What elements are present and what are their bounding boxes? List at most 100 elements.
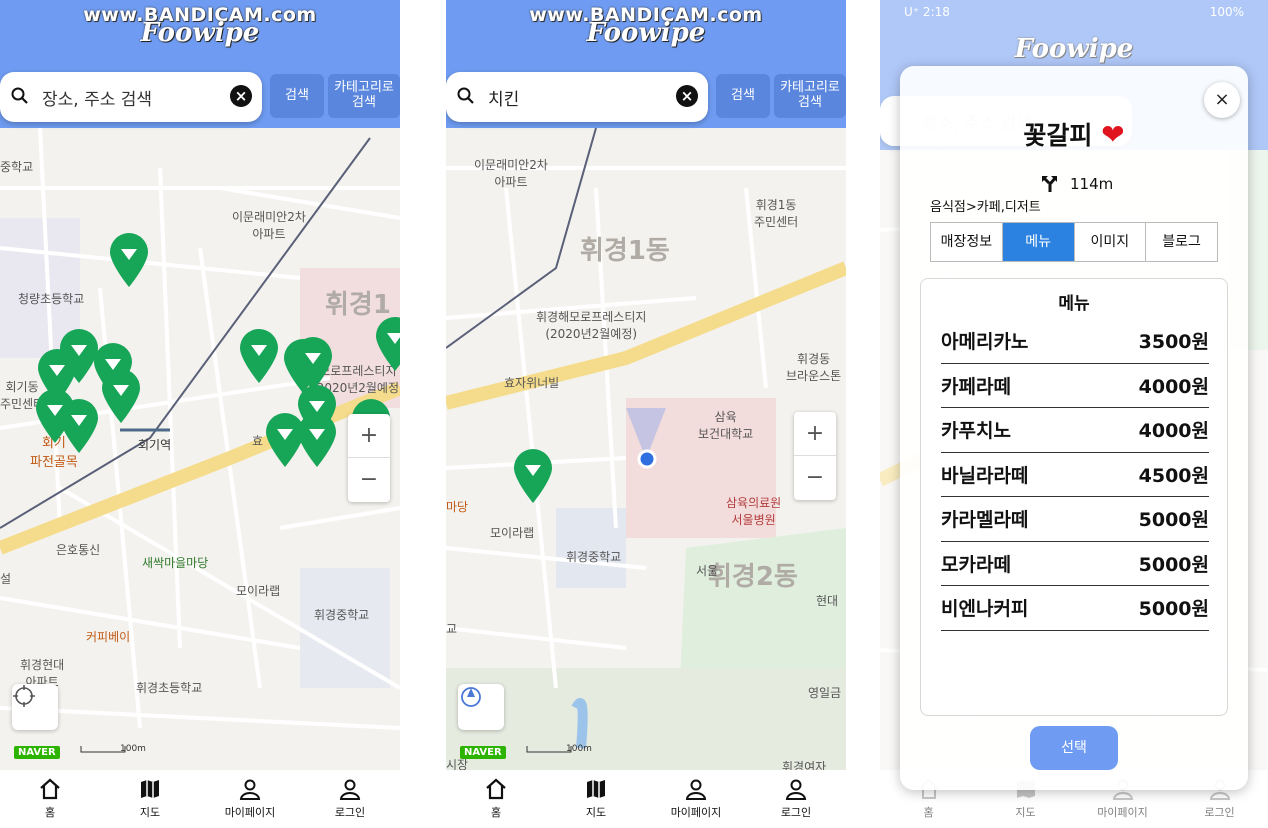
map-label: 효 <box>252 434 264 448</box>
user-icon <box>339 779 361 800</box>
menu-item: 카푸치노 4000원 <box>941 408 1209 453</box>
zoom-out-button[interactable]: − <box>348 458 390 502</box>
search-button[interactable]: 검색 <box>716 74 770 118</box>
restaurant-pin-icon[interactable] <box>58 398 100 454</box>
nav-map[interactable]: 지도 <box>100 770 200 828</box>
search-icon <box>457 87 474 104</box>
map-view[interactable]: 중학교 이문래미안2차 아파트 청량초등학교 휘경1 회기동 주민센터 회기역 회기… <box>0 128 400 770</box>
locate-button[interactable] <box>12 684 58 730</box>
district-label: 휘경2동 <box>708 562 798 592</box>
search-button[interactable]: 검색 <box>270 74 324 118</box>
restaurant-pin-icon[interactable] <box>100 368 142 424</box>
heart-icon[interactable]: ❤ <box>1101 118 1124 151</box>
search-field[interactable]: 치킨 × <box>446 72 708 122</box>
search-input[interactable]: 치킨 <box>488 85 519 110</box>
map-label: 모이라랩 <box>490 526 535 540</box>
station-label: 회기역 <box>138 438 172 452</box>
crosshair-icon <box>13 685 35 707</box>
category-search-button[interactable]: 카테고리로 검색 <box>774 74 846 118</box>
restaurant-pin-icon[interactable] <box>374 316 400 372</box>
map-label: 휘경여자 <box>782 760 827 770</box>
menu-item: 카페라떼 4000원 <box>941 364 1209 408</box>
nav-login[interactable]: 로그인 <box>300 770 400 828</box>
compass-icon <box>461 687 481 707</box>
app-logo: Foowipe <box>140 18 260 48</box>
close-icon[interactable]: × <box>1204 82 1240 118</box>
nav-label: 로그인 <box>780 806 812 819</box>
select-button[interactable]: 선택 <box>1030 726 1118 770</box>
nav-login[interactable]: 로그인 <box>746 770 846 828</box>
map-label: 서울 <box>696 564 719 578</box>
detail-tabs: 매장정보 메뉴 이미지 블로그 <box>930 222 1218 262</box>
zoom-in-button[interactable]: + <box>348 414 390 458</box>
zoom-control: + − <box>348 414 390 502</box>
menu-item-price: 5000원 <box>1138 509 1209 532</box>
search-icon <box>11 87 28 104</box>
user-icon <box>785 779 807 800</box>
clear-icon[interactable]: × <box>676 85 698 107</box>
map-label: 휘경동 브라운스톤 <box>786 352 842 383</box>
menu-item: 비엔나커피 5000원 <box>941 586 1209 631</box>
map-label: 현대 <box>816 594 839 608</box>
map-label: 이문래미안2차 아파트 <box>474 158 548 189</box>
store-name: 꽃갈피 ❤ <box>900 116 1248 152</box>
tab-images[interactable]: 이미지 <box>1075 223 1147 261</box>
menu-item-price: 5000원 <box>1138 553 1209 576</box>
menu-item-name: 카페라떼 <box>941 375 1011 398</box>
tab-store-info[interactable]: 매장정보 <box>931 223 1003 261</box>
search-input[interactable]: 장소, 주소 검색 <box>42 85 152 110</box>
clear-icon[interactable]: × <box>230 85 252 107</box>
nav-home[interactable]: 홈 <box>0 770 100 828</box>
bottom-nav: 홈 지도 마이페이지 로그인 <box>0 770 400 828</box>
map-label: 새싹마을마당 <box>142 556 209 570</box>
tab-blog[interactable]: 블로그 <box>1146 223 1217 261</box>
home-icon <box>486 778 506 800</box>
map-label: 중학교 <box>0 160 34 174</box>
nav-mypage[interactable]: 마이페이지 <box>200 770 300 828</box>
nav-label: 지도 <box>585 806 607 819</box>
map-label: 교 <box>446 622 458 636</box>
menu-item-price: 3500원 <box>1138 331 1209 354</box>
app-logo: Foowipe <box>586 18 706 48</box>
distance-text: 114m <box>1070 175 1114 193</box>
map-view[interactable]: 이문래미안2차 아파트 휘경1동 주민센터 휘경1동 휘경해모로프레스티지 (2020… <box>446 128 846 770</box>
nav-label: 로그인 <box>334 806 366 819</box>
nav-label: 마이페이지 <box>224 806 276 819</box>
screen-map-default: 중학교 이문래미안2차 아파트 청량초등학교 휘경1 회기동 주민센터 회기역 회기… <box>0 0 400 828</box>
menu-item-name: 모카라떼 <box>941 553 1011 576</box>
map-label: 삼육의료원 서울병원 <box>726 496 782 527</box>
naver-logo: NAVER <box>460 746 506 759</box>
nav-mypage[interactable]: 마이페이지 <box>646 770 746 828</box>
naver-logo: NAVER <box>14 746 60 759</box>
app-header: www.BANDICAM.com Foowipe 치킨 × 검색 카테고리로 검색 <box>446 0 846 128</box>
user-icon <box>685 779 707 800</box>
map-label: 영일금 <box>808 686 842 700</box>
zoom-control: + − <box>794 412 836 500</box>
restaurant-pin-icon[interactable] <box>108 232 150 288</box>
nav-home[interactable]: 홈 <box>446 770 546 828</box>
zoom-in-button[interactable]: + <box>794 412 836 456</box>
map-icon <box>141 780 159 798</box>
restaurant-pin-icon[interactable] <box>238 328 280 384</box>
app-header: www.BANDICAM.com Foowipe 장소, 주소 검색 × 검색 … <box>0 0 400 128</box>
store-name-text: 꽃갈피 <box>1023 121 1093 150</box>
menu-item-price: 4500원 <box>1138 464 1209 487</box>
menu-item-price: 4000원 <box>1138 420 1209 443</box>
map-label: 효자위너빌 <box>504 376 560 390</box>
store-detail-modal: × 꽃갈피 ❤ 114m 음식점>카페,디저트 매장정보 메뉴 이미지 블로그 … <box>900 66 1248 790</box>
locate-button[interactable] <box>458 684 504 730</box>
nav-map[interactable]: 지도 <box>546 770 646 828</box>
zoom-out-button[interactable]: − <box>794 456 836 500</box>
restaurant-pin-icon[interactable] <box>296 412 338 468</box>
menu-item-name: 비엔나커피 <box>941 598 1029 621</box>
restaurant-pin-icon[interactable] <box>512 448 554 504</box>
home-icon <box>40 778 60 800</box>
map-label: 마당 <box>446 500 469 514</box>
nav-label: 홈 <box>490 806 502 819</box>
tab-menu[interactable]: 메뉴 <box>1002 223 1075 261</box>
search-field[interactable]: 장소, 주소 검색 × <box>0 72 262 122</box>
menu-item: 카라멜라떼 5000원 <box>941 497 1209 542</box>
category-search-button[interactable]: 카테고리로 검색 <box>328 74 400 118</box>
distance-info: 114m <box>1040 174 1113 194</box>
menu-item: 아메리카노 3500원 <box>941 319 1209 364</box>
